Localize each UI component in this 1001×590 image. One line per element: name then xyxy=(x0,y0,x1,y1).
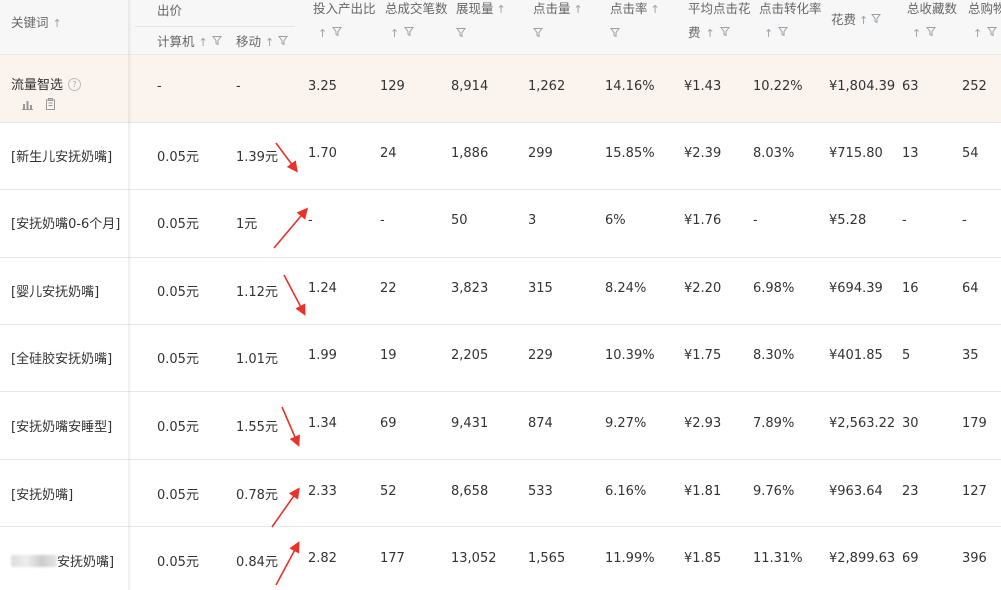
annotation-arrow xyxy=(271,487,300,528)
annotation-arrow xyxy=(281,406,300,447)
annotation-layer xyxy=(271,142,309,586)
annotation-arrow xyxy=(275,541,300,586)
annotation-arrow xyxy=(275,142,298,173)
annotation-arrow xyxy=(283,274,306,316)
annotation-arrow xyxy=(273,207,309,249)
